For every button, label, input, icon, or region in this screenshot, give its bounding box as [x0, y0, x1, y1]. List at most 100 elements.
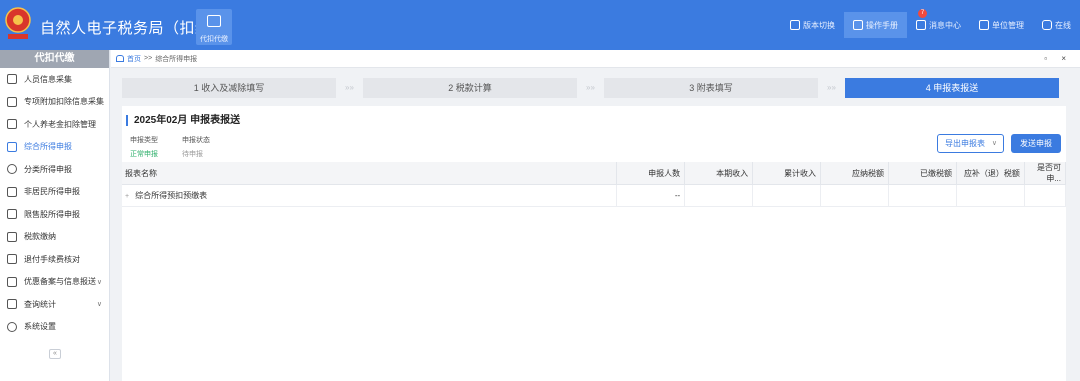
sidebar-item-label: 个人养老金扣除管理 [24, 119, 96, 129]
table-row[interactable]: + 综合所得预扣预缴表 -- [122, 184, 1067, 207]
column-header: 报表名称 [122, 162, 618, 185]
sidebar-item-label: 系统设置 [24, 322, 56, 332]
sidebar-item-label: 限售股所得申报 [24, 209, 80, 219]
sidebar-item-label: 优惠备案与信息报送 [24, 277, 96, 287]
sidebar-item-special-deduction[interactable]: 专项附加扣除信息采集 [0, 91, 109, 114]
table-cell [820, 184, 890, 207]
table-cell [684, 184, 754, 207]
sidebar-item-label: 退付手续费核对 [24, 254, 80, 264]
report-table: 报表名称 申报人数 本期收入 累计收入 应纳税额 已缴税额 应补（退）税额 是否… [122, 162, 1067, 207]
chevron-down-icon: ∨ [96, 278, 102, 286]
message-badge: 7 [918, 9, 927, 18]
export-report-button[interactable]: 导出申报表 ∨ [937, 134, 1004, 153]
step-separator: »» [827, 83, 836, 92]
tax-emblem-logo [4, 6, 32, 42]
declare-status-value: 待申报 [182, 151, 203, 158]
step-separator: »» [345, 83, 354, 92]
declare-status-label: 申报状态 [182, 137, 210, 144]
sidebar-item-label: 专项附加扣除信息采集 [24, 97, 104, 107]
declare-type-value: 正常申报 [130, 151, 158, 158]
table-header-row: 报表名称 申报人数 本期收入 累计收入 应纳税额 已缴税额 应补（退）税额 是否… [122, 162, 1067, 185]
person-icon [7, 74, 17, 85]
top-header: 自然人电子税务局（扣缴端） 代扣代缴 版本切换 操作手册 7 消息中心 单位管理… [0, 0, 1080, 50]
table-cell: -- [616, 184, 686, 207]
sidebar-item-label: 查询统计 [24, 299, 56, 309]
header-nav: 版本切换 操作手册 7 消息中心 单位管理 在线 [781, 9, 1080, 48]
user-icon [7, 186, 17, 197]
chevron-down-icon: ∨ [991, 140, 997, 147]
sidebar-item-label: 税款缴纳 [24, 232, 56, 242]
nav-version-switch[interactable]: 版本切换 [781, 12, 844, 38]
manual-icon [853, 20, 863, 30]
sidebar-collapse-button[interactable]: « [49, 349, 61, 359]
nav-label: 消息中心 [929, 20, 961, 30]
table-cell [888, 184, 957, 207]
column-header: 应补（退）税额 [956, 162, 1025, 185]
sidebar-item-nonresident[interactable]: 非居民所得申报 [0, 181, 109, 204]
nav-label: 在线 [1055, 20, 1071, 30]
sidebar-item-refund-fee[interactable]: 退付手续费核对 [0, 248, 109, 271]
wallet-icon [207, 15, 221, 27]
sidebar-item-label: 分类所得申报 [24, 164, 72, 174]
report-panel: 2025年02月 申报表报送 申报类型 正常申报 申报状态 待申报 导出申报表 … [122, 106, 1067, 381]
table-cell [1024, 184, 1067, 207]
table-cell [752, 184, 822, 207]
step-tax-calculation[interactable]: 2 税款计算 [363, 78, 577, 98]
sidebar-item-categorized-income[interactable]: 分类所得申报 [0, 158, 109, 181]
grid-icon [7, 96, 17, 107]
nav-message-center[interactable]: 7 消息中心 [907, 9, 970, 38]
breadcrumb: 首页 >> 综合所得申报 ▫ × [111, 50, 1080, 68]
tile-label: 代扣代缴 [200, 36, 228, 43]
pension-icon [7, 119, 17, 130]
company-icon [979, 20, 989, 30]
nav-online[interactable]: 在线 [1033, 12, 1080, 38]
step-submit-report[interactable]: 4 申报表报送 [845, 78, 1059, 98]
column-header: 是否可申... [1024, 162, 1067, 185]
step-schedule-fill[interactable]: 3 附表填写 [604, 78, 818, 98]
send-declaration-button[interactable]: 发送申报 [1011, 134, 1061, 153]
column-header: 应纳税额 [820, 162, 890, 185]
nav-manual[interactable]: 操作手册 [844, 12, 907, 38]
step-progress: 1 收入及减除填写 »» 2 税款计算 »» 3 附表填写 »» 4 申报表报送 [122, 78, 1066, 98]
doc-icon [7, 276, 17, 287]
sidebar-item-pension[interactable]: 个人养老金扣除管理 [0, 113, 109, 136]
nav-label: 操作手册 [866, 20, 898, 30]
sidebar-item-label: 综合所得申报 [24, 142, 72, 152]
nav-company-manage[interactable]: 单位管理 [970, 12, 1033, 38]
sidebar-item-label: 人员信息采集 [24, 74, 72, 84]
version-switch-icon [790, 20, 800, 30]
sidebar-title: 代扣代缴 [0, 50, 109, 68]
chart-icon [7, 209, 17, 220]
sidebar-item-label: 非居民所得申报 [24, 187, 80, 197]
panel-title: 2025年02月 申报表报送 [126, 115, 240, 126]
sidebar-item-preferential-filing[interactable]: 优惠备案与信息报送 ∨ [0, 271, 109, 294]
message-icon [916, 20, 926, 30]
home-icon[interactable] [116, 55, 124, 62]
sidebar-item-restricted-shares[interactable]: 限售股所得申报 [0, 203, 109, 226]
nav-label: 版本切换 [803, 20, 835, 30]
export-report-label: 导出申报表 [945, 139, 985, 148]
table-cell [956, 184, 1025, 207]
column-header: 申报人数 [616, 162, 686, 185]
sidebar-item-comprehensive-income[interactable]: 综合所得申报 [0, 136, 109, 159]
sidebar-item-personnel[interactable]: 人员信息采集 [0, 68, 109, 91]
step-income-deduction[interactable]: 1 收入及减除填写 [122, 78, 336, 98]
sidebar-item-system-settings[interactable]: 系统设置 [0, 316, 109, 339]
declare-type: 申报类型 正常申报 [130, 135, 158, 159]
report-name-cell: + 综合所得预扣预缴表 [122, 184, 618, 207]
gear-icon [7, 321, 17, 332]
sidebar: 代扣代缴 人员信息采集 专项附加扣除信息采集 个人养老金扣除管理 综合所得申报 … [0, 50, 110, 381]
sidebar-item-query-stats[interactable]: 查询统计 ∨ [0, 293, 109, 316]
window-controls[interactable]: ▫ × [1044, 54, 1072, 63]
check-icon [7, 254, 17, 265]
column-header: 累计收入 [752, 162, 822, 185]
declare-status: 申报状态 待申报 [182, 135, 210, 159]
expand-icon[interactable]: + [125, 193, 129, 200]
declare-type-label: 申报类型 [130, 137, 158, 144]
withholding-tile[interactable]: 代扣代缴 [196, 9, 232, 45]
sidebar-item-tax-payment[interactable]: 税款缴纳 [0, 226, 109, 249]
layers-icon [7, 141, 17, 152]
column-header: 已缴税额 [888, 162, 957, 185]
breadcrumb-home[interactable]: 首页 [127, 54, 141, 64]
clock-icon [7, 164, 17, 175]
